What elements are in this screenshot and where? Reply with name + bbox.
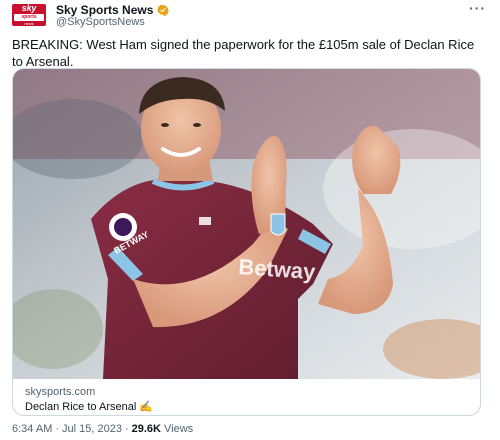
link-card[interactable]: Betway BETWAY skysports.com Declan Rice … — [12, 68, 481, 416]
more-options-icon[interactable]: ··· — [469, 0, 486, 16]
tweet[interactable]: sky sports news Sky Sports News @SkySpor… — [0, 0, 500, 440]
verified-badge-icon — [157, 4, 170, 16]
name-row: Sky Sports News — [56, 3, 170, 17]
card-domain[interactable]: skysports.com — [25, 386, 95, 398]
views-count: 29.6K — [131, 423, 161, 435]
avatar-sports-text: sports — [21, 14, 37, 20]
meta-separator: · — [55, 423, 60, 435]
display-name[interactable]: Sky Sports News — [56, 3, 153, 17]
meta-separator: · — [124, 423, 129, 435]
card-title[interactable]: Declan Rice to Arsenal ✍️ — [25, 400, 153, 413]
tweet-date[interactable]: Jul 15, 2023 — [62, 423, 122, 435]
handle[interactable]: @SkySportsNews — [56, 16, 145, 28]
avatar[interactable]: sky sports news — [12, 4, 46, 26]
card-photo[interactable]: Betway BETWAY — [13, 69, 481, 379]
tweet-meta: 6:34 AM · Jul 15, 2023 · 29.6K Views — [12, 423, 193, 435]
tweet-time[interactable]: 6:34 AM — [12, 423, 52, 435]
tweet-text: BREAKING: West Ham signed the paperwork … — [12, 37, 475, 69]
avatar-sky-text: sky — [21, 4, 37, 13]
views-label: Views — [164, 423, 194, 435]
avatar-news-text: news — [24, 21, 34, 26]
